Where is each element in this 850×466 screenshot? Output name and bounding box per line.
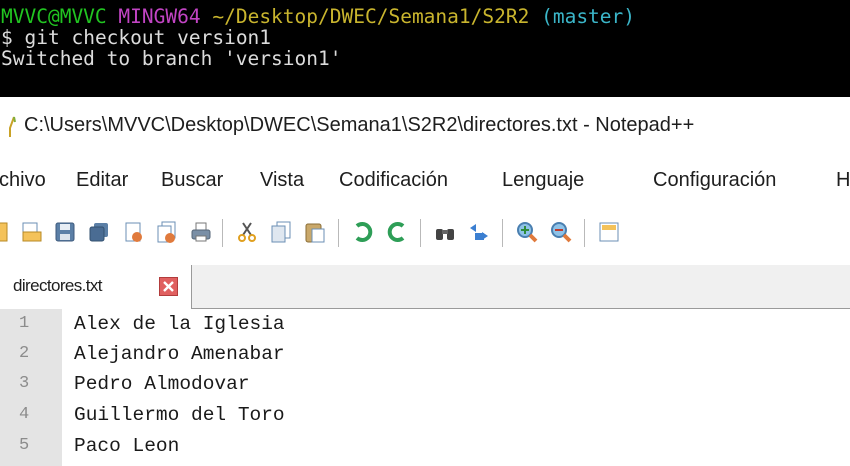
close-all-icon[interactable] (154, 219, 180, 245)
copy-icon[interactable] (268, 219, 294, 245)
toolbar-separator (338, 219, 339, 247)
menu-vista[interactable]: Vista (260, 169, 304, 192)
prompt-path: ~/Desktop/DWEC/Semana1/S2R2 (212, 5, 530, 28)
line-number: 4 (19, 405, 30, 424)
line-text[interactable]: Paco Leon (74, 435, 179, 457)
find-icon[interactable] (432, 219, 458, 245)
menu-bar: chivo Editar Buscar Vista Codificación L… (0, 153, 850, 211)
prompt-symbol: $ (1, 26, 13, 49)
line-number: 3 (19, 374, 30, 393)
terminal-command: git checkout version1 (24, 26, 272, 49)
toolbar (0, 211, 850, 265)
zoom-out-icon[interactable] (548, 219, 574, 245)
sync-view-icon[interactable] (596, 219, 622, 245)
menu-editar[interactable]: Editar (76, 169, 128, 192)
cut-icon[interactable] (234, 219, 260, 245)
toolbar-separator (420, 219, 421, 247)
print-icon[interactable] (188, 219, 214, 245)
editor-line[interactable]: 5 Paco Leon (0, 434, 850, 460)
editor-area[interactable]: 1 Alex de la Iglesia 2 Alejandro Amenaba… (0, 309, 850, 466)
paste-icon[interactable] (302, 219, 328, 245)
prompt-branch: (master) (541, 5, 636, 28)
line-number: 2 (19, 344, 30, 363)
save-all-icon[interactable] (86, 219, 112, 245)
save-icon[interactable] (52, 219, 78, 245)
editor-line[interactable]: 4 Guillermo del Toro (0, 403, 850, 429)
toolbar-separator (502, 219, 503, 247)
menu-buscar[interactable]: Buscar (161, 169, 223, 192)
prompt-user: MVVC@MVVC (1, 5, 107, 28)
tab-directores[interactable]: directores.txt (0, 265, 192, 309)
line-text[interactable]: Pedro Almodovar (74, 373, 250, 395)
close-icon[interactable] (120, 219, 146, 245)
menu-archivo[interactable]: chivo (0, 169, 46, 192)
terminal-output: Switched to branch 'version1' (1, 47, 342, 70)
close-tab-icon[interactable] (159, 277, 178, 296)
zoom-in-icon[interactable] (514, 219, 540, 245)
redo-icon[interactable] (384, 219, 410, 245)
menu-lenguaje[interactable]: Lenguaje (502, 169, 584, 192)
terminal-prompt-line: MVVC@MVVC MINGW64 ~/Desktop/DWEC/Semana1… (0, 6, 850, 27)
notepad-title-bar[interactable]: C:\Users\MVVC\Desktop\DWEC\Semana1\S2R2\… (0, 97, 850, 153)
open-file-icon[interactable] (18, 219, 44, 245)
editor-line[interactable]: 1 Alex de la Iglesia (0, 312, 850, 338)
menu-herramientas[interactable]: H (836, 169, 850, 192)
tab-bar: directores.txt (0, 265, 850, 309)
line-number: 1 (19, 314, 30, 333)
line-text[interactable]: Alejandro Amenabar (74, 343, 285, 365)
editor-line[interactable]: 2 Alejandro Amenabar (0, 342, 850, 368)
git-bash-terminal[interactable]: MVVC@MVVC MINGW64 ~/Desktop/DWEC/Semana1… (0, 0, 850, 97)
prompt-system: MINGW64 (118, 5, 201, 28)
new-file-icon[interactable] (0, 219, 12, 245)
window-title: C:\Users\MVVC\Desktop\DWEC\Semana1\S2R2\… (24, 114, 695, 136)
notepad-app-icon (9, 116, 16, 137)
line-text[interactable]: Alex de la Iglesia (74, 313, 285, 335)
toolbar-separator (584, 219, 585, 247)
line-text[interactable]: Guillermo del Toro (74, 404, 285, 426)
menu-configuracion[interactable]: Configuración (653, 169, 776, 192)
menu-codificacion[interactable]: Codificación (339, 169, 448, 192)
toolbar-separator (222, 219, 223, 247)
line-number: 5 (19, 436, 30, 455)
editor-line[interactable]: 3 Pedro Almodovar (0, 372, 850, 398)
tab-label: directores.txt (13, 276, 103, 295)
undo-icon[interactable] (350, 219, 376, 245)
replace-icon[interactable] (466, 219, 492, 245)
terminal-command-line: $ git checkout version1 (0, 27, 850, 48)
